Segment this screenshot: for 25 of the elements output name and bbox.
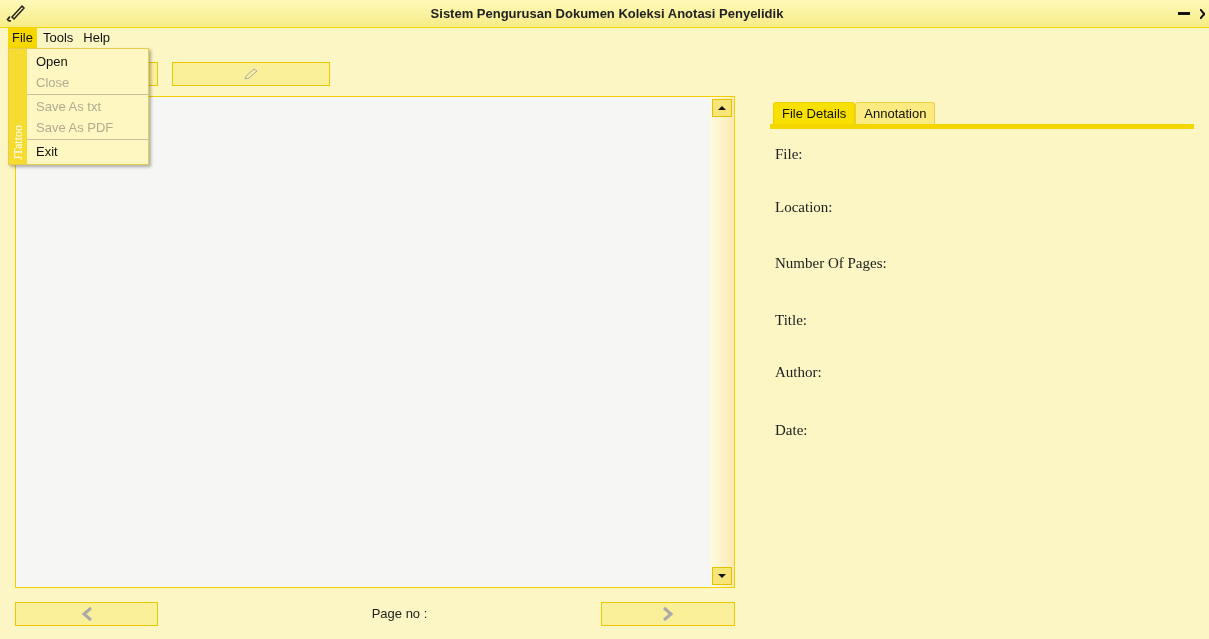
menu-entry[interactable]: Exit: [27, 141, 148, 162]
tab[interactable]: File Details: [773, 102, 856, 124]
detail-label: Author:: [775, 363, 823, 382]
detail-label: Title:: [775, 310, 808, 330]
page-number-label: Page no :: [371, 605, 428, 624]
detail-label: Number Of Pages:: [775, 254, 888, 273]
detail-label: Date:: [775, 420, 809, 440]
scroll-down-icon[interactable]: [712, 567, 732, 585]
close-icon[interactable]: [1200, 8, 1205, 19]
tab[interactable]: Annotation: [855, 102, 936, 124]
menu-item[interactable]: Tools: [38, 28, 78, 48]
detail-label: File:: [775, 145, 804, 164]
minimize-icon[interactable]: [1178, 11, 1190, 16]
scrollbar[interactable]: [710, 97, 734, 587]
pen-icon: [4, 3, 26, 24]
chevron-left-icon: [80, 606, 93, 622]
menu-side-label: JTattoo: [10, 124, 26, 160]
detail-label: Location:: [775, 197, 834, 217]
menu-entry[interactable]: Open: [27, 51, 148, 72]
scroll-up-icon[interactable]: [712, 99, 732, 117]
menu-item[interactable]: Help: [79, 28, 115, 48]
pencil-icon: [243, 68, 259, 80]
window-title: Sistem Pengurusan Dokumen Koleksi Anotasi Penyelidik: [430, 4, 784, 23]
chevron-right-icon: [662, 606, 674, 622]
menu-item[interactable]: File: [8, 28, 37, 48]
